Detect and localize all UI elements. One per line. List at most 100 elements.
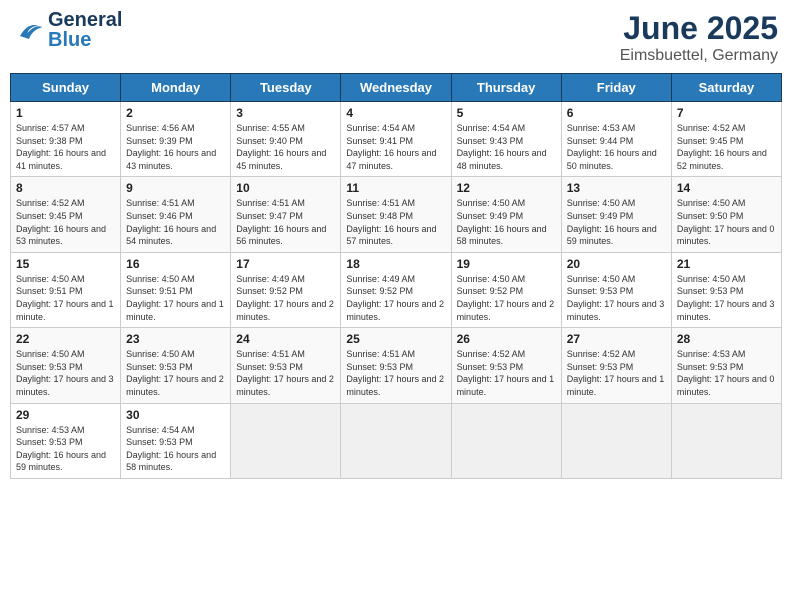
calendar-week-row: 1 Sunrise: 4:57 AM Sunset: 9:38 PM Dayli… [11, 102, 782, 177]
calendar-title: June 2025 [620, 10, 778, 47]
day-info: Sunrise: 4:51 AM Sunset: 9:53 PM Dayligh… [346, 348, 445, 398]
day-number: 27 [567, 332, 666, 346]
table-row: 6 Sunrise: 4:53 AM Sunset: 9:44 PM Dayli… [561, 102, 671, 177]
day-number: 20 [567, 257, 666, 271]
table-row: 12 Sunrise: 4:50 AM Sunset: 9:49 PM Dayl… [451, 177, 561, 252]
table-row: 3 Sunrise: 4:55 AM Sunset: 9:40 PM Dayli… [231, 102, 341, 177]
table-row: 11 Sunrise: 4:51 AM Sunset: 9:48 PM Dayl… [341, 177, 451, 252]
header-wednesday: Wednesday [341, 74, 451, 102]
table-row: 25 Sunrise: 4:51 AM Sunset: 9:53 PM Dayl… [341, 328, 451, 403]
day-number: 4 [346, 106, 445, 120]
day-number: 8 [16, 181, 115, 195]
day-info: Sunrise: 4:56 AM Sunset: 9:39 PM Dayligh… [126, 122, 225, 172]
day-info: Sunrise: 4:51 AM Sunset: 9:47 PM Dayligh… [236, 197, 335, 247]
day-number: 24 [236, 332, 335, 346]
table-row: 8 Sunrise: 4:52 AM Sunset: 9:45 PM Dayli… [11, 177, 121, 252]
day-number: 29 [16, 408, 115, 422]
day-info: Sunrise: 4:50 AM Sunset: 9:51 PM Dayligh… [16, 273, 115, 323]
logo-icon [14, 15, 44, 45]
header-thursday: Thursday [451, 74, 561, 102]
day-info: Sunrise: 4:53 AM Sunset: 9:53 PM Dayligh… [677, 348, 776, 398]
table-row: 27 Sunrise: 4:52 AM Sunset: 9:53 PM Dayl… [561, 328, 671, 403]
header-monday: Monday [121, 74, 231, 102]
day-number: 18 [346, 257, 445, 271]
day-number: 1 [16, 106, 115, 120]
table-row: 23 Sunrise: 4:50 AM Sunset: 9:53 PM Dayl… [121, 328, 231, 403]
weekday-header-row: Sunday Monday Tuesday Wednesday Thursday… [11, 74, 782, 102]
day-info: Sunrise: 4:49 AM Sunset: 9:52 PM Dayligh… [236, 273, 335, 323]
day-number: 7 [677, 106, 776, 120]
calendar-week-row: 22 Sunrise: 4:50 AM Sunset: 9:53 PM Dayl… [11, 328, 782, 403]
day-info: Sunrise: 4:49 AM Sunset: 9:52 PM Dayligh… [346, 273, 445, 323]
day-info: Sunrise: 4:50 AM Sunset: 9:53 PM Dayligh… [677, 273, 776, 323]
table-row: 30 Sunrise: 4:54 AM Sunset: 9:53 PM Dayl… [121, 403, 231, 478]
day-number: 10 [236, 181, 335, 195]
day-number: 9 [126, 181, 225, 195]
day-info: Sunrise: 4:53 AM Sunset: 9:53 PM Dayligh… [16, 424, 115, 474]
header-tuesday: Tuesday [231, 74, 341, 102]
day-number: 26 [457, 332, 556, 346]
calendar-week-row: 29 Sunrise: 4:53 AM Sunset: 9:53 PM Dayl… [11, 403, 782, 478]
header-saturday: Saturday [671, 74, 781, 102]
table-row: 2 Sunrise: 4:56 AM Sunset: 9:39 PM Dayli… [121, 102, 231, 177]
table-row: 17 Sunrise: 4:49 AM Sunset: 9:52 PM Dayl… [231, 252, 341, 327]
calendar-table: Sunday Monday Tuesday Wednesday Thursday… [10, 73, 782, 479]
day-info: Sunrise: 4:50 AM Sunset: 9:49 PM Dayligh… [457, 197, 556, 247]
day-number: 22 [16, 332, 115, 346]
day-number: 23 [126, 332, 225, 346]
table-row: 22 Sunrise: 4:50 AM Sunset: 9:53 PM Dayl… [11, 328, 121, 403]
header-sunday: Sunday [11, 74, 121, 102]
day-number: 5 [457, 106, 556, 120]
day-number: 12 [457, 181, 556, 195]
header-friday: Friday [561, 74, 671, 102]
table-row [561, 403, 671, 478]
day-number: 28 [677, 332, 776, 346]
day-info: Sunrise: 4:54 AM Sunset: 9:53 PM Dayligh… [126, 424, 225, 474]
day-info: Sunrise: 4:51 AM Sunset: 9:46 PM Dayligh… [126, 197, 225, 247]
table-row: 29 Sunrise: 4:53 AM Sunset: 9:53 PM Dayl… [11, 403, 121, 478]
table-row: 20 Sunrise: 4:50 AM Sunset: 9:53 PM Dayl… [561, 252, 671, 327]
day-info: Sunrise: 4:52 AM Sunset: 9:45 PM Dayligh… [677, 122, 776, 172]
table-row: 21 Sunrise: 4:50 AM Sunset: 9:53 PM Dayl… [671, 252, 781, 327]
table-row: 24 Sunrise: 4:51 AM Sunset: 9:53 PM Dayl… [231, 328, 341, 403]
day-info: Sunrise: 4:54 AM Sunset: 9:43 PM Dayligh… [457, 122, 556, 172]
logo: General Blue [14, 10, 122, 50]
table-row [451, 403, 561, 478]
table-row: 19 Sunrise: 4:50 AM Sunset: 9:52 PM Dayl… [451, 252, 561, 327]
table-row: 15 Sunrise: 4:50 AM Sunset: 9:51 PM Dayl… [11, 252, 121, 327]
day-info: Sunrise: 4:50 AM Sunset: 9:53 PM Dayligh… [567, 273, 666, 323]
day-number: 15 [16, 257, 115, 271]
table-row: 7 Sunrise: 4:52 AM Sunset: 9:45 PM Dayli… [671, 102, 781, 177]
table-row: 10 Sunrise: 4:51 AM Sunset: 9:47 PM Dayl… [231, 177, 341, 252]
day-info: Sunrise: 4:50 AM Sunset: 9:53 PM Dayligh… [16, 348, 115, 398]
table-row: 18 Sunrise: 4:49 AM Sunset: 9:52 PM Dayl… [341, 252, 451, 327]
table-row [341, 403, 451, 478]
day-number: 17 [236, 257, 335, 271]
day-number: 13 [567, 181, 666, 195]
table-row: 13 Sunrise: 4:50 AM Sunset: 9:49 PM Dayl… [561, 177, 671, 252]
day-info: Sunrise: 4:53 AM Sunset: 9:44 PM Dayligh… [567, 122, 666, 172]
day-info: Sunrise: 4:51 AM Sunset: 9:48 PM Dayligh… [346, 197, 445, 247]
page-header: General Blue June 2025 Eimsbuettel, Germ… [10, 10, 782, 65]
logo-general: General [48, 10, 122, 30]
day-info: Sunrise: 4:55 AM Sunset: 9:40 PM Dayligh… [236, 122, 335, 172]
day-info: Sunrise: 4:57 AM Sunset: 9:38 PM Dayligh… [16, 122, 115, 172]
day-info: Sunrise: 4:50 AM Sunset: 9:50 PM Dayligh… [677, 197, 776, 247]
day-info: Sunrise: 4:51 AM Sunset: 9:53 PM Dayligh… [236, 348, 335, 398]
table-row: 4 Sunrise: 4:54 AM Sunset: 9:41 PM Dayli… [341, 102, 451, 177]
day-number: 30 [126, 408, 225, 422]
day-info: Sunrise: 4:50 AM Sunset: 9:52 PM Dayligh… [457, 273, 556, 323]
day-info: Sunrise: 4:54 AM Sunset: 9:41 PM Dayligh… [346, 122, 445, 172]
day-info: Sunrise: 4:52 AM Sunset: 9:53 PM Dayligh… [567, 348, 666, 398]
calendar-week-row: 15 Sunrise: 4:50 AM Sunset: 9:51 PM Dayl… [11, 252, 782, 327]
day-number: 19 [457, 257, 556, 271]
table-row: 28 Sunrise: 4:53 AM Sunset: 9:53 PM Dayl… [671, 328, 781, 403]
day-number: 6 [567, 106, 666, 120]
table-row [231, 403, 341, 478]
day-info: Sunrise: 4:52 AM Sunset: 9:45 PM Dayligh… [16, 197, 115, 247]
day-number: 3 [236, 106, 335, 120]
table-row: 16 Sunrise: 4:50 AM Sunset: 9:51 PM Dayl… [121, 252, 231, 327]
table-row: 14 Sunrise: 4:50 AM Sunset: 9:50 PM Dayl… [671, 177, 781, 252]
day-number: 25 [346, 332, 445, 346]
table-row: 9 Sunrise: 4:51 AM Sunset: 9:46 PM Dayli… [121, 177, 231, 252]
